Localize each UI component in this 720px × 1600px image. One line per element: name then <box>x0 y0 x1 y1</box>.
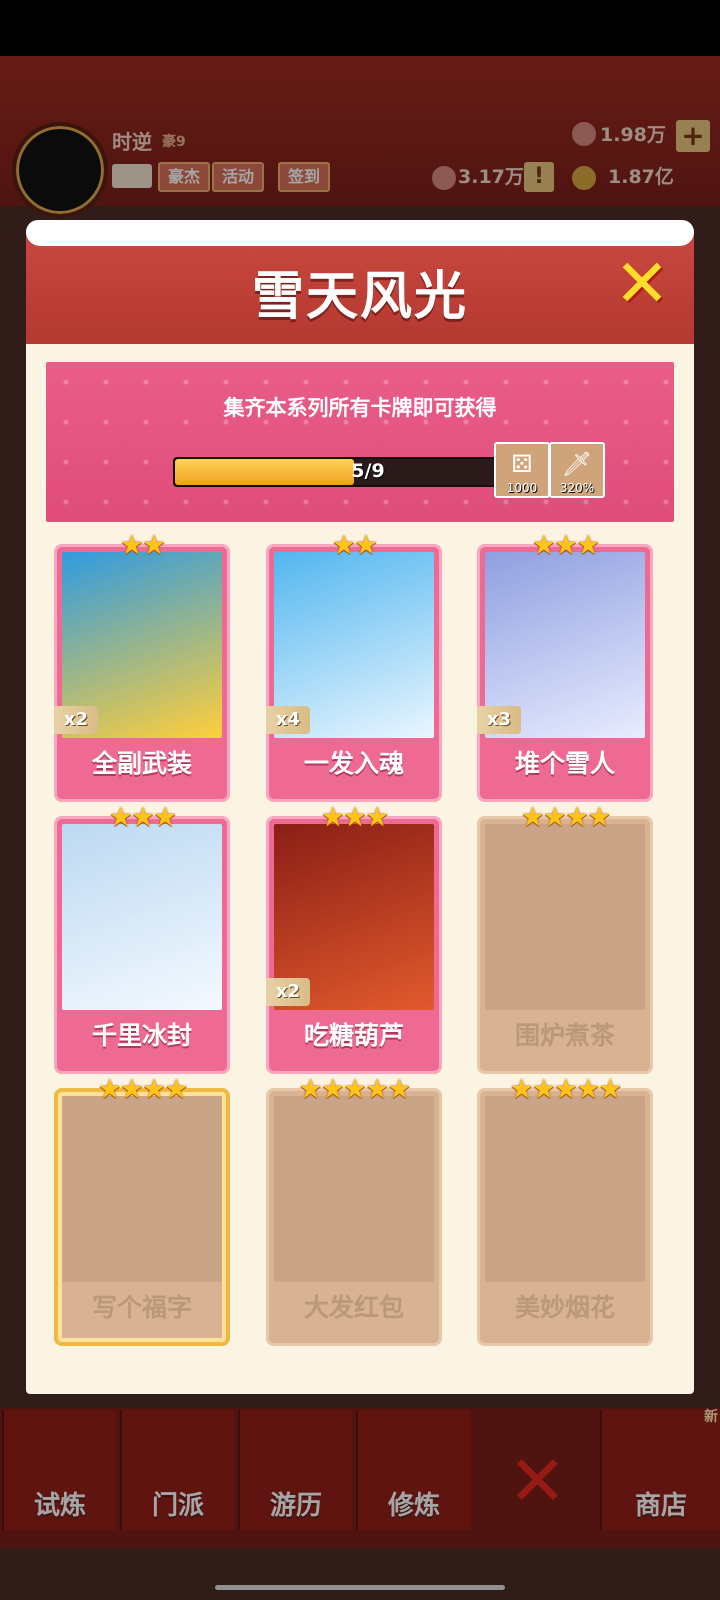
card-art <box>62 824 222 1010</box>
card-count-badge: x3 <box>477 706 521 734</box>
card-art <box>485 1096 645 1282</box>
card-count-badge: x2 <box>266 978 310 1006</box>
reward-sword[interactable]: 🗡 320% <box>549 442 605 498</box>
card-name: 写个福字 <box>91 1293 192 1322</box>
card-9[interactable]: ★★★★★ 美妙烟花 <box>477 1074 653 1346</box>
card-5[interactable]: ★★★ x2 吃糖葫芦 <box>266 802 442 1074</box>
sword-icon: 🗡 <box>561 450 593 478</box>
dice-icon: ⚄ <box>511 450 533 478</box>
reward-dice[interactable]: ⚄ 1000 <box>494 442 550 498</box>
star-rating-icon: ★★★★★ <box>509 1074 622 1105</box>
card-name: 一发入魂 <box>303 749 404 778</box>
card-6[interactable]: ★★★★ 围炉煮茶 <box>477 802 653 1074</box>
close-button[interactable]: ✕ <box>611 251 673 317</box>
star-rating-icon: ★★ <box>119 530 166 561</box>
card-name: 全副武装 <box>91 749 192 778</box>
card-3[interactable]: ★★★ x3 堆个雪人 <box>477 530 653 802</box>
star-rating-icon: ★★★★★ <box>298 1074 411 1105</box>
snow-decoration <box>26 220 694 246</box>
reward-sword-value: 320% <box>559 481 595 495</box>
card-art <box>62 1096 222 1282</box>
reward-banner: 集齐本系列所有卡牌即可获得 5/9 ⚄ 1000 🗡 320% <box>46 362 674 522</box>
star-rating-icon: ★★★ <box>531 530 601 561</box>
reward-dice-value: 1000 <box>506 481 538 495</box>
card-8[interactable]: ★★★★★ 大发红包 <box>266 1074 442 1346</box>
star-rating-icon: ★★★ <box>320 802 390 833</box>
card-art <box>485 824 645 1010</box>
star-rating-icon: ★★★★ <box>97 1074 189 1105</box>
card-1[interactable]: ★★ x2 全副武装 <box>54 530 230 802</box>
card-art <box>274 1096 434 1282</box>
collection-modal: 雪天风光 ✕ 集齐本系列所有卡牌即可获得 5/9 ⚄ 1000 🗡 320% ★… <box>26 220 694 1394</box>
card-name: 围炉煮茶 <box>514 1021 615 1050</box>
card-7[interactable]: ★★★★ 写个福字 <box>54 1074 230 1346</box>
modal-title: 雪天风光 <box>251 267 468 327</box>
card-name: 堆个雪人 <box>514 749 615 778</box>
modal-header: 雪天风光 ✕ <box>26 220 694 344</box>
star-rating-icon: ★★ <box>331 530 378 561</box>
card-name: 美妙烟花 <box>514 1293 615 1322</box>
card-name: 千里冰封 <box>91 1021 192 1050</box>
card-2[interactable]: ★★ x4 一发入魂 <box>266 530 442 802</box>
card-count-badge: x2 <box>54 706 98 734</box>
card-4[interactable]: ★★★ 千里冰封 <box>54 802 230 1074</box>
card-name: 吃糖葫芦 <box>303 1021 404 1050</box>
banner-text: 集齐本系列所有卡牌即可获得 <box>223 396 497 420</box>
card-count-badge: x4 <box>266 706 310 734</box>
star-rating-icon: ★★★★ <box>520 802 612 833</box>
star-rating-icon: ★★★ <box>108 802 178 833</box>
card-name: 大发红包 <box>303 1293 404 1322</box>
